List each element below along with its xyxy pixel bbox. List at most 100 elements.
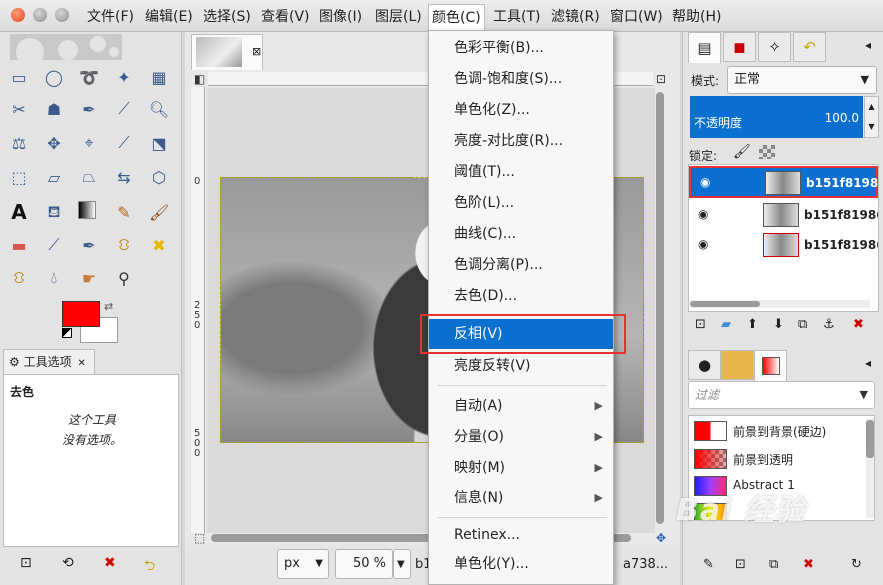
menu-layer[interactable]: 图层(L) — [372, 6, 425, 28]
foreground-select-icon[interactable]: ☗ — [43, 98, 65, 120]
scale-icon[interactable]: ⬚ — [8, 166, 30, 188]
window-minimize-button[interactable] — [33, 8, 47, 22]
free-select-icon[interactable]: ➰ — [78, 66, 100, 88]
layer-row[interactable]: ◉ b151f81986 — [689, 200, 878, 232]
paths-icon[interactable]: ✒ — [78, 98, 100, 120]
fuzzy-select-icon[interactable]: ✦ — [113, 66, 135, 88]
edit-gradient-icon[interactable]: ✎ — [703, 557, 714, 572]
menu-item-colorize[interactable]: 单色化(Z)... — [429, 95, 613, 125]
bucket-fill-icon[interactable]: ⛾ — [43, 201, 65, 223]
dodge-burn-icon[interactable]: ⚲ — [113, 267, 135, 289]
tab-channels[interactable]: ◼ — [723, 32, 756, 62]
lock-pixels-icon[interactable]: 🖌︎ — [733, 144, 751, 160]
perspective-icon[interactable]: ⏢ — [78, 166, 100, 188]
delete-options-icon[interactable]: ✖ — [104, 555, 116, 571]
layer-row[interactable]: ◉ b151f81986 — [689, 230, 878, 262]
tab-undo[interactable]: ↶ — [793, 32, 826, 62]
new-layer-icon[interactable]: ⊡ — [695, 317, 706, 332]
gradient-filter-select[interactable]: 过滤 ▼ — [688, 381, 875, 409]
close-icon[interactable]: ✕ — [77, 358, 85, 369]
text-tool-icon[interactable]: A — [8, 200, 30, 224]
rect-select-icon[interactable]: ▭ — [8, 66, 30, 88]
menu-item-map[interactable]: 映射(M) ▶ — [429, 453, 613, 483]
scissors-icon[interactable]: ✂ — [8, 98, 30, 120]
menu-tools[interactable]: 工具(T) — [490, 6, 543, 28]
vertical-scrollbar[interactable] — [655, 88, 665, 533]
menu-item-value-invert[interactable]: 亮度反转(V) — [429, 351, 613, 381]
eraser-icon[interactable]: ▬ — [8, 234, 30, 256]
menu-filters[interactable]: 滤镜(R) — [548, 6, 603, 28]
airbrush-icon[interactable]: ⟋ — [43, 234, 65, 256]
image-tab[interactable]: ⊠ — [191, 34, 263, 70]
quick-mask-icon[interactable]: ◧ — [194, 72, 205, 86]
reset-options-icon[interactable]: ⮌ — [144, 555, 155, 579]
mode-select[interactable]: 正常 ▼ — [727, 66, 877, 94]
move-icon[interactable]: ✥ — [43, 132, 65, 154]
menu-item-color-balance[interactable]: 色彩平衡(B)... — [429, 33, 613, 63]
menu-item-levels[interactable]: 色阶(L)... — [429, 188, 613, 218]
zoom-input[interactable]: 50 % — [335, 549, 393, 579]
swap-colors-icon[interactable]: ⇄ — [104, 300, 113, 313]
measure-icon[interactable]: ⚖ — [8, 132, 30, 154]
eye-icon[interactable]: ◉ — [700, 175, 710, 189]
gradient-row[interactable]: 前景到背景(硬边) — [689, 418, 859, 444]
menu-item-mono-mixer[interactable]: 单色化(Y)... — [429, 549, 613, 579]
layer-row[interactable]: ◉ b151f81986 — [689, 166, 878, 198]
duplicate-gradient-icon[interactable]: ⧉ — [769, 557, 778, 572]
flip-icon[interactable]: ⇆ — [113, 166, 135, 188]
zoom-dropdown[interactable]: ▼ — [393, 549, 411, 579]
heal-icon[interactable]: ✖ — [148, 234, 170, 256]
dock-menu-icon[interactable]: ◂ — [865, 38, 871, 52]
menu-item-auto[interactable]: 自动(A) ▶ — [429, 391, 613, 421]
opacity-spinner[interactable]: ▲ ▼ — [864, 96, 879, 138]
blend-icon[interactable] — [78, 201, 96, 219]
menu-image[interactable]: 图像(I) — [316, 6, 365, 28]
color-select-icon[interactable]: ▦ — [148, 66, 170, 88]
lock-alpha-icon[interactable] — [759, 145, 775, 159]
window-close-button[interactable] — [11, 8, 25, 22]
perspective-clone-icon[interactable]: ⛻ — [8, 267, 30, 289]
menu-item-info[interactable]: 信息(N) ▶ — [429, 483, 613, 513]
crop-icon[interactable]: ⟋ — [113, 132, 135, 154]
color-picker-icon[interactable]: ⟋ — [113, 98, 135, 120]
lower-layer-icon[interactable]: ⬇ — [773, 317, 784, 332]
tab-patterns[interactable] — [721, 350, 754, 380]
cage-icon[interactable]: ⬡ — [148, 166, 170, 188]
unit-select[interactable]: px ▼ — [277, 549, 329, 579]
gradient-row[interactable]: 前景到透明 — [689, 446, 859, 472]
dock-menu-icon[interactable]: ◂ — [865, 356, 871, 370]
navigate-icon[interactable]: ✥ — [656, 531, 666, 545]
menu-windows[interactable]: 窗口(W) — [607, 6, 666, 28]
refresh-icon[interactable]: ↻ — [851, 557, 862, 572]
window-maximize-button[interactable] — [55, 8, 69, 22]
menu-item-retinex[interactable]: Retinex... — [429, 520, 613, 550]
ellipse-select-icon[interactable]: ◯ — [43, 66, 65, 88]
menu-item-posterize[interactable]: 色调分离(P)... — [429, 250, 613, 280]
clone-icon[interactable]: ⛻ — [113, 234, 135, 256]
paintbrush-icon[interactable]: 🖌︎ — [148, 201, 170, 223]
menu-item-curves[interactable]: 曲线(C)... — [429, 219, 613, 249]
smudge-icon[interactable]: ☛ — [78, 267, 100, 289]
zoom-image-icon[interactable]: ⊡ — [656, 72, 666, 86]
close-icon[interactable]: ⊠ — [252, 45, 261, 58]
menu-help[interactable]: 帮助(H) — [669, 6, 724, 28]
rotate-icon[interactable]: ⬔ — [148, 132, 170, 154]
new-group-icon[interactable]: ▰ — [721, 317, 731, 332]
tab-gradients[interactable] — [754, 350, 787, 381]
menu-item-desaturate[interactable]: 去色(D)... — [429, 281, 613, 311]
raise-layer-icon[interactable]: ⬆ — [747, 317, 758, 332]
delete-gradient-icon[interactable]: ✖ — [803, 557, 814, 572]
zoom-icon[interactable]: 🔍︎ — [148, 98, 170, 120]
new-gradient-icon[interactable]: ⊡ — [735, 557, 746, 572]
ink-icon[interactable]: ✒ — [78, 234, 100, 256]
opacity-slider[interactable]: 不透明度 100.0 — [690, 96, 863, 138]
menu-item-brightness-contrast[interactable]: 亮度-对比度(R)... — [429, 126, 613, 156]
tool-options-tab[interactable]: ⚙ 工具选项 ✕ — [3, 349, 95, 375]
eye-icon[interactable]: ◉ — [698, 237, 708, 251]
restore-options-icon[interactable]: ⟲ — [62, 555, 74, 571]
eye-icon[interactable]: ◉ — [698, 207, 708, 221]
save-options-icon[interactable]: ⊡ — [20, 555, 32, 571]
toggle-icon[interactable]: ⬚ — [194, 531, 205, 545]
foreground-color-swatch[interactable] — [62, 301, 100, 327]
menu-file[interactable]: 文件(F) — [84, 6, 137, 28]
